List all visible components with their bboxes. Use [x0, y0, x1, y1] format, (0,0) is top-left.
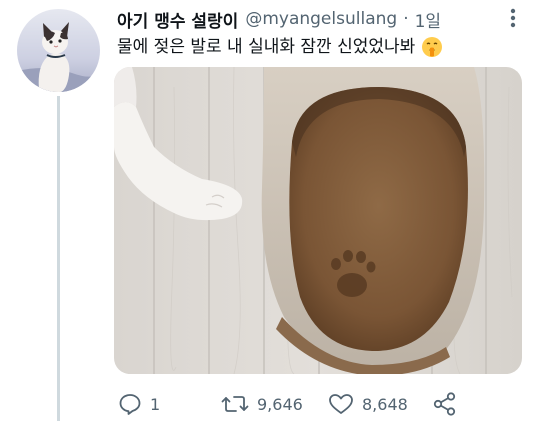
tweet-text-content: 물에 젖은 발로 내 실내화 잠깐 신었었나봐	[117, 37, 416, 57]
tweet-action-bar: 1 9,646 8,648	[114, 389, 524, 419]
user-handle[interactable]: @myangelsullang	[245, 9, 397, 29]
like-icon	[329, 394, 353, 414]
retweet-count: 9,646	[257, 394, 303, 414]
like-count: 8,648	[362, 394, 408, 414]
tweet-header: 아기 맹수 설랑이 @myangelsullang · 1일	[117, 5, 441, 33]
share-button[interactable]	[432, 389, 458, 419]
avatar-cat-image	[17, 9, 100, 92]
share-icon	[433, 392, 456, 416]
tweet-media-image[interactable]	[114, 67, 522, 374]
reply-count: 1	[150, 394, 161, 414]
more-options-button[interactable]	[498, 8, 528, 28]
reply-button[interactable]: 1	[118, 389, 160, 419]
more-icon	[510, 8, 516, 28]
tweet-timestamp[interactable]: 1일	[415, 7, 441, 32]
shushing-face-emoji-icon	[421, 36, 443, 58]
retweet-icon	[221, 396, 249, 412]
retweet-button[interactable]: 9,646	[221, 389, 303, 419]
avatar[interactable]	[17, 9, 100, 92]
display-name[interactable]: 아기 맹수 설랑이	[117, 7, 238, 32]
reply-icon	[119, 394, 141, 415]
thread-line	[57, 96, 60, 421]
slipper-photo	[114, 67, 522, 374]
tweet: 아기 맹수 설랑이 @myangelsullang · 1일 물에 젖은 발로 …	[0, 0, 540, 421]
separator-dot: ·	[403, 9, 409, 29]
tweet-text: 물에 젖은 발로 내 실내화 잠깐 신었었나봐	[117, 33, 443, 61]
like-button[interactable]: 8,648	[328, 389, 408, 419]
